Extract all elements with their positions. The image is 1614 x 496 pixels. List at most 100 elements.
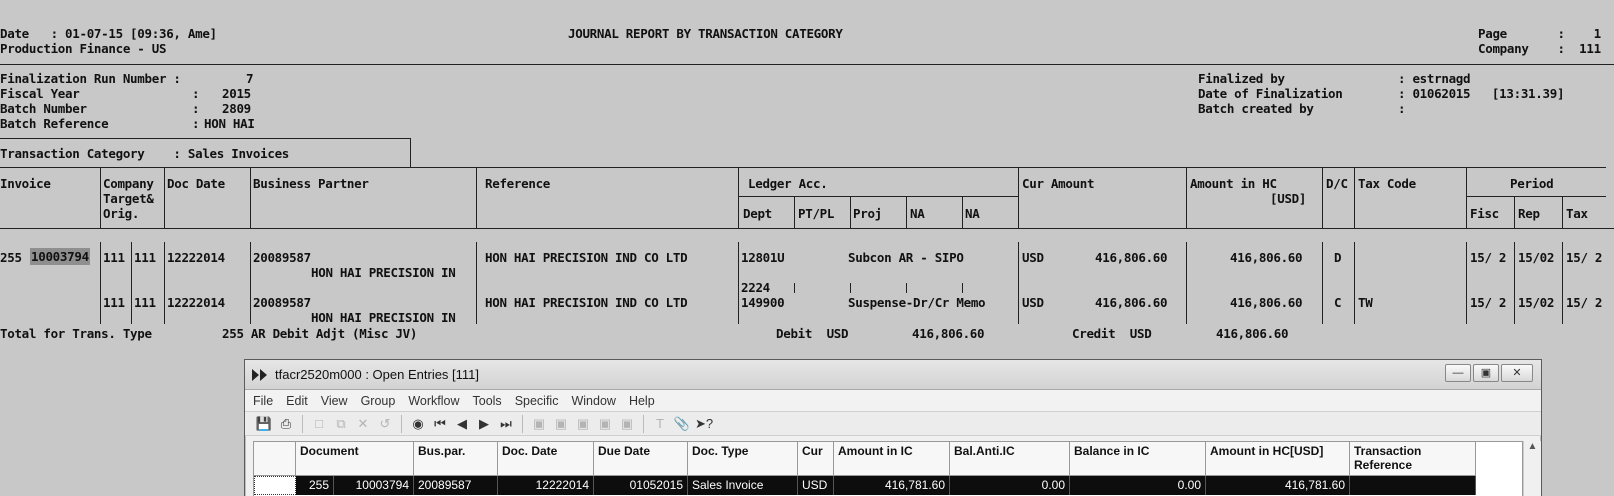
find-icon[interactable]: ◉ <box>407 414 429 434</box>
close-button[interactable]: ✕ <box>1501 364 1533 382</box>
divider <box>794 283 795 293</box>
help-cursor-icon[interactable]: ➤? <box>693 414 715 434</box>
menu-file[interactable]: File <box>253 394 273 408</box>
total-type: 255 AR Debit Adjt (Misc JV) <box>222 326 418 341</box>
divider <box>476 167 477 229</box>
grid-cell-amount-hc[interactable]: 416,781.60 <box>1206 476 1350 495</box>
menu-window[interactable]: Window <box>571 394 615 408</box>
next-record-icon[interactable]: ▶ <box>473 414 495 434</box>
total-debit-value: 416,806.60 <box>912 326 985 341</box>
grid-cell-doc-type[interactable]: Sales Invoice <box>688 476 798 495</box>
row2-doc-date: 12222014 <box>167 295 225 310</box>
last-group-icon[interactable]: ▣ <box>616 414 638 434</box>
last-record-icon[interactable]: ⏭ <box>495 414 517 434</box>
menu-tools[interactable]: Tools <box>473 394 502 408</box>
row2-ledger-desc: Suspense-Dr/Cr Memo <box>848 295 986 310</box>
grid-cell-doc-no[interactable]: 10003794 <box>334 476 414 495</box>
text-icon[interactable]: T <box>649 414 671 434</box>
divider <box>1466 242 1467 324</box>
finalized-by-label: Finalized by <box>1198 71 1285 86</box>
grid-cell-transaction-reference[interactable] <box>1350 476 1476 495</box>
grid-header-bal-anti-ic[interactable]: Bal.Anti.IC <box>950 442 1070 476</box>
grid-header-amount-hc[interactable]: Amount in HC[USD] <box>1206 442 1350 476</box>
grid-cell-balance-ic[interactable]: 0.00 <box>1070 476 1206 495</box>
delete-icon[interactable]: ✕ <box>352 414 374 434</box>
row-selector[interactable] <box>254 476 296 495</box>
divider <box>1354 242 1355 324</box>
grid-header-doc-date[interactable]: Doc. Date <box>498 442 594 476</box>
grid-cell-doc-type-no[interactable]: 255 <box>296 476 334 495</box>
grid-cell-doc-date[interactable]: 12222014 <box>498 476 594 495</box>
divider <box>250 242 251 324</box>
col-rep: Rep <box>1518 206 1540 221</box>
grid-header-cur[interactable]: Cur <box>798 442 834 476</box>
company-number: Company : 111 <box>1478 41 1601 56</box>
row1-inv-no[interactable]: 10003794 <box>30 248 90 265</box>
menu-group[interactable]: Group <box>361 394 396 408</box>
scroll-up-icon[interactable]: ▲ <box>1528 441 1538 452</box>
menu-bar: File Edit View Group Workflow Tools Spec… <box>245 390 1541 412</box>
divider <box>164 167 165 229</box>
row1-bp-code: 20089587 <box>253 250 311 265</box>
vertical-scrollbar[interactable]: ▲ <box>1523 441 1541 496</box>
row1-ledger: 12801U <box>741 250 785 265</box>
print-icon[interactable]: ⎙ <box>275 414 297 434</box>
divider <box>0 64 1614 65</box>
toolbar-separator <box>302 414 303 433</box>
grid-header-bus-par[interactable]: Bus.par. <box>414 442 498 476</box>
divider <box>131 242 132 324</box>
divider <box>962 196 963 229</box>
grid-cell-bus-par[interactable]: 20089587 <box>414 476 498 495</box>
grid-header-transaction-reference[interactable]: Transaction Reference <box>1350 442 1476 476</box>
undo-icon[interactable]: ↺ <box>374 414 396 434</box>
attachment-icon[interactable]: 📎 <box>671 414 693 434</box>
divider <box>0 167 1606 168</box>
next-group-icon[interactable]: ▣ <box>594 414 616 434</box>
grid-header-doc-type[interactable]: Doc. Type <box>688 442 798 476</box>
grid-header-balance-ic[interactable]: Balance in IC <box>1070 442 1206 476</box>
grid-header-amount-ic[interactable]: Amount in IC <box>834 442 950 476</box>
divider <box>906 283 907 293</box>
first-group-icon[interactable]: ▣ <box>550 414 572 434</box>
row1-company2: 111 <box>134 250 156 265</box>
row1-rep: 15/02 <box>1518 250 1555 265</box>
fiscal-year-value: 2015 <box>222 86 251 101</box>
maximize-button[interactable]: ▣ <box>1473 364 1499 382</box>
fin-run-label: Finalization Run Number : <box>0 71 181 86</box>
copy-icon[interactable]: ⧉ <box>330 414 352 434</box>
grid-header-document[interactable]: Document <box>296 442 414 476</box>
grid-cell-cur[interactable]: USD <box>798 476 834 495</box>
row1-company: 111 <box>103 250 125 265</box>
menu-help[interactable]: Help <box>629 394 655 408</box>
grid-cell-bal-anti-ic[interactable]: 0.00 <box>950 476 1070 495</box>
total-debit-label: Debit USD <box>776 326 849 341</box>
col-ledger: Ledger Acc. <box>748 176 828 191</box>
menu-specific[interactable]: Specific <box>515 394 559 408</box>
grid-cell-due-date[interactable]: 01052015 <box>594 476 688 495</box>
window-titlebar[interactable]: tfacr2520m000 : Open Entries [111] — ▣ ✕ <box>245 360 1541 390</box>
menu-view[interactable]: View <box>321 394 348 408</box>
row1-ledger-desc: Subcon AR - SIPO <box>848 250 964 265</box>
grid-cell-amount-ic[interactable]: 416,781.60 <box>834 476 950 495</box>
divider <box>850 196 851 229</box>
grid-header-select[interactable] <box>254 442 296 476</box>
first-record-icon[interactable]: ⏮ <box>429 414 451 434</box>
new-icon[interactable]: □ <box>308 414 330 434</box>
row2-cur-amount: 416,806.60 <box>1095 295 1168 310</box>
col-business-partner: Business Partner <box>253 176 369 191</box>
menu-workflow[interactable]: Workflow <box>408 394 459 408</box>
col-tax: Tax <box>1566 206 1588 221</box>
col-period: Period <box>1510 176 1554 191</box>
menu-edit[interactable]: Edit <box>286 394 308 408</box>
toolbar: 💾 ⎙ □ ⧉ ✕ ↺ ◉ ⏮ ◀ ▶ ⏭ ▣ ▣ ▣ ▣ ▣ T 📎 ➤? <box>245 412 1541 436</box>
group-icon[interactable]: ▣ <box>528 414 550 434</box>
previous-record-icon[interactable]: ◀ <box>451 414 473 434</box>
previous-group-icon[interactable]: ▣ <box>572 414 594 434</box>
save-icon[interactable]: 💾 <box>253 414 275 434</box>
divider <box>0 138 410 139</box>
grid-header-due-date[interactable]: Due Date <box>594 442 688 476</box>
col-fisc: Fisc <box>1470 206 1499 221</box>
minimize-button[interactable]: — <box>1445 364 1471 382</box>
col-na1: NA <box>910 206 925 221</box>
colon: : <box>192 86 200 101</box>
